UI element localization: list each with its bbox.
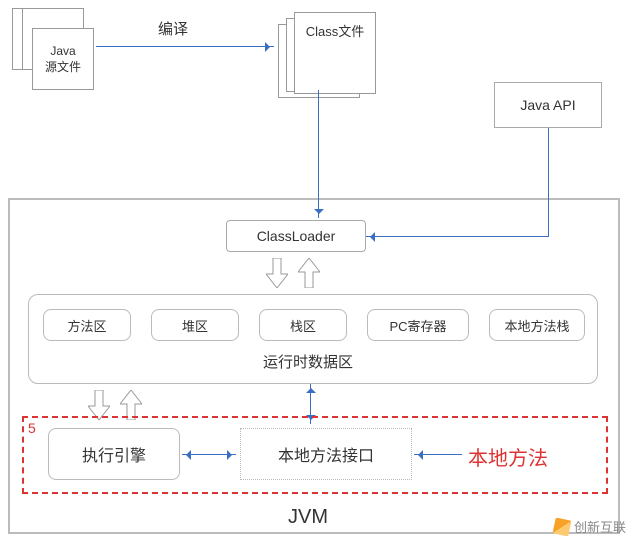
exec-engine-box: 执行引擎 bbox=[48, 428, 180, 480]
arrow-exec-native bbox=[182, 454, 236, 455]
java-api-label: Java API bbox=[520, 97, 575, 113]
runtime-title: 运行时数据区 bbox=[263, 351, 353, 372]
arrow-methods-to-interface bbox=[414, 454, 462, 455]
compile-label: 编译 bbox=[158, 18, 188, 39]
java-source-line2: 源文件 bbox=[45, 58, 81, 75]
stack-box: 栈区 bbox=[259, 309, 347, 341]
watermark-text: 创新互联 bbox=[574, 517, 626, 536]
section-5-number: 5 bbox=[28, 420, 36, 436]
arrow-class-to-classloader bbox=[318, 90, 319, 218]
heap-box: 堆区 bbox=[151, 309, 239, 341]
jvm-label: JVM bbox=[288, 506, 328, 529]
native-methods-label: 本地方法 bbox=[468, 442, 548, 471]
classloader-box: ClassLoader bbox=[226, 220, 366, 252]
watermark: 创新互联 bbox=[554, 517, 626, 536]
diagram-canvas: Java 源文件 编译 Class文件 Java API ClassLoader… bbox=[0, 0, 634, 542]
native-stack-box: 本地方法栈 bbox=[489, 309, 585, 341]
pc-register-box: PC寄存器 bbox=[367, 309, 469, 341]
class-file-label: Class文件 bbox=[306, 21, 365, 40]
native-interface-box: 本地方法接口 bbox=[240, 428, 412, 480]
java-api-box: Java API bbox=[494, 82, 602, 128]
classloader-label: ClassLoader bbox=[257, 228, 336, 244]
hollow-arrow-down-1 bbox=[266, 258, 288, 288]
hollow-arrow-up-1 bbox=[298, 258, 320, 288]
arrow-source-to-class bbox=[96, 46, 274, 47]
arrow-api-down bbox=[548, 128, 549, 236]
watermark-logo-icon bbox=[552, 517, 571, 536]
method-area-box: 方法区 bbox=[43, 309, 131, 341]
java-source-line1: Java bbox=[50, 44, 75, 58]
runtime-data-area: 方法区 堆区 栈区 PC寄存器 本地方法栈 运行时数据区 bbox=[28, 294, 598, 384]
arrow-api-to-classloader bbox=[366, 236, 549, 237]
